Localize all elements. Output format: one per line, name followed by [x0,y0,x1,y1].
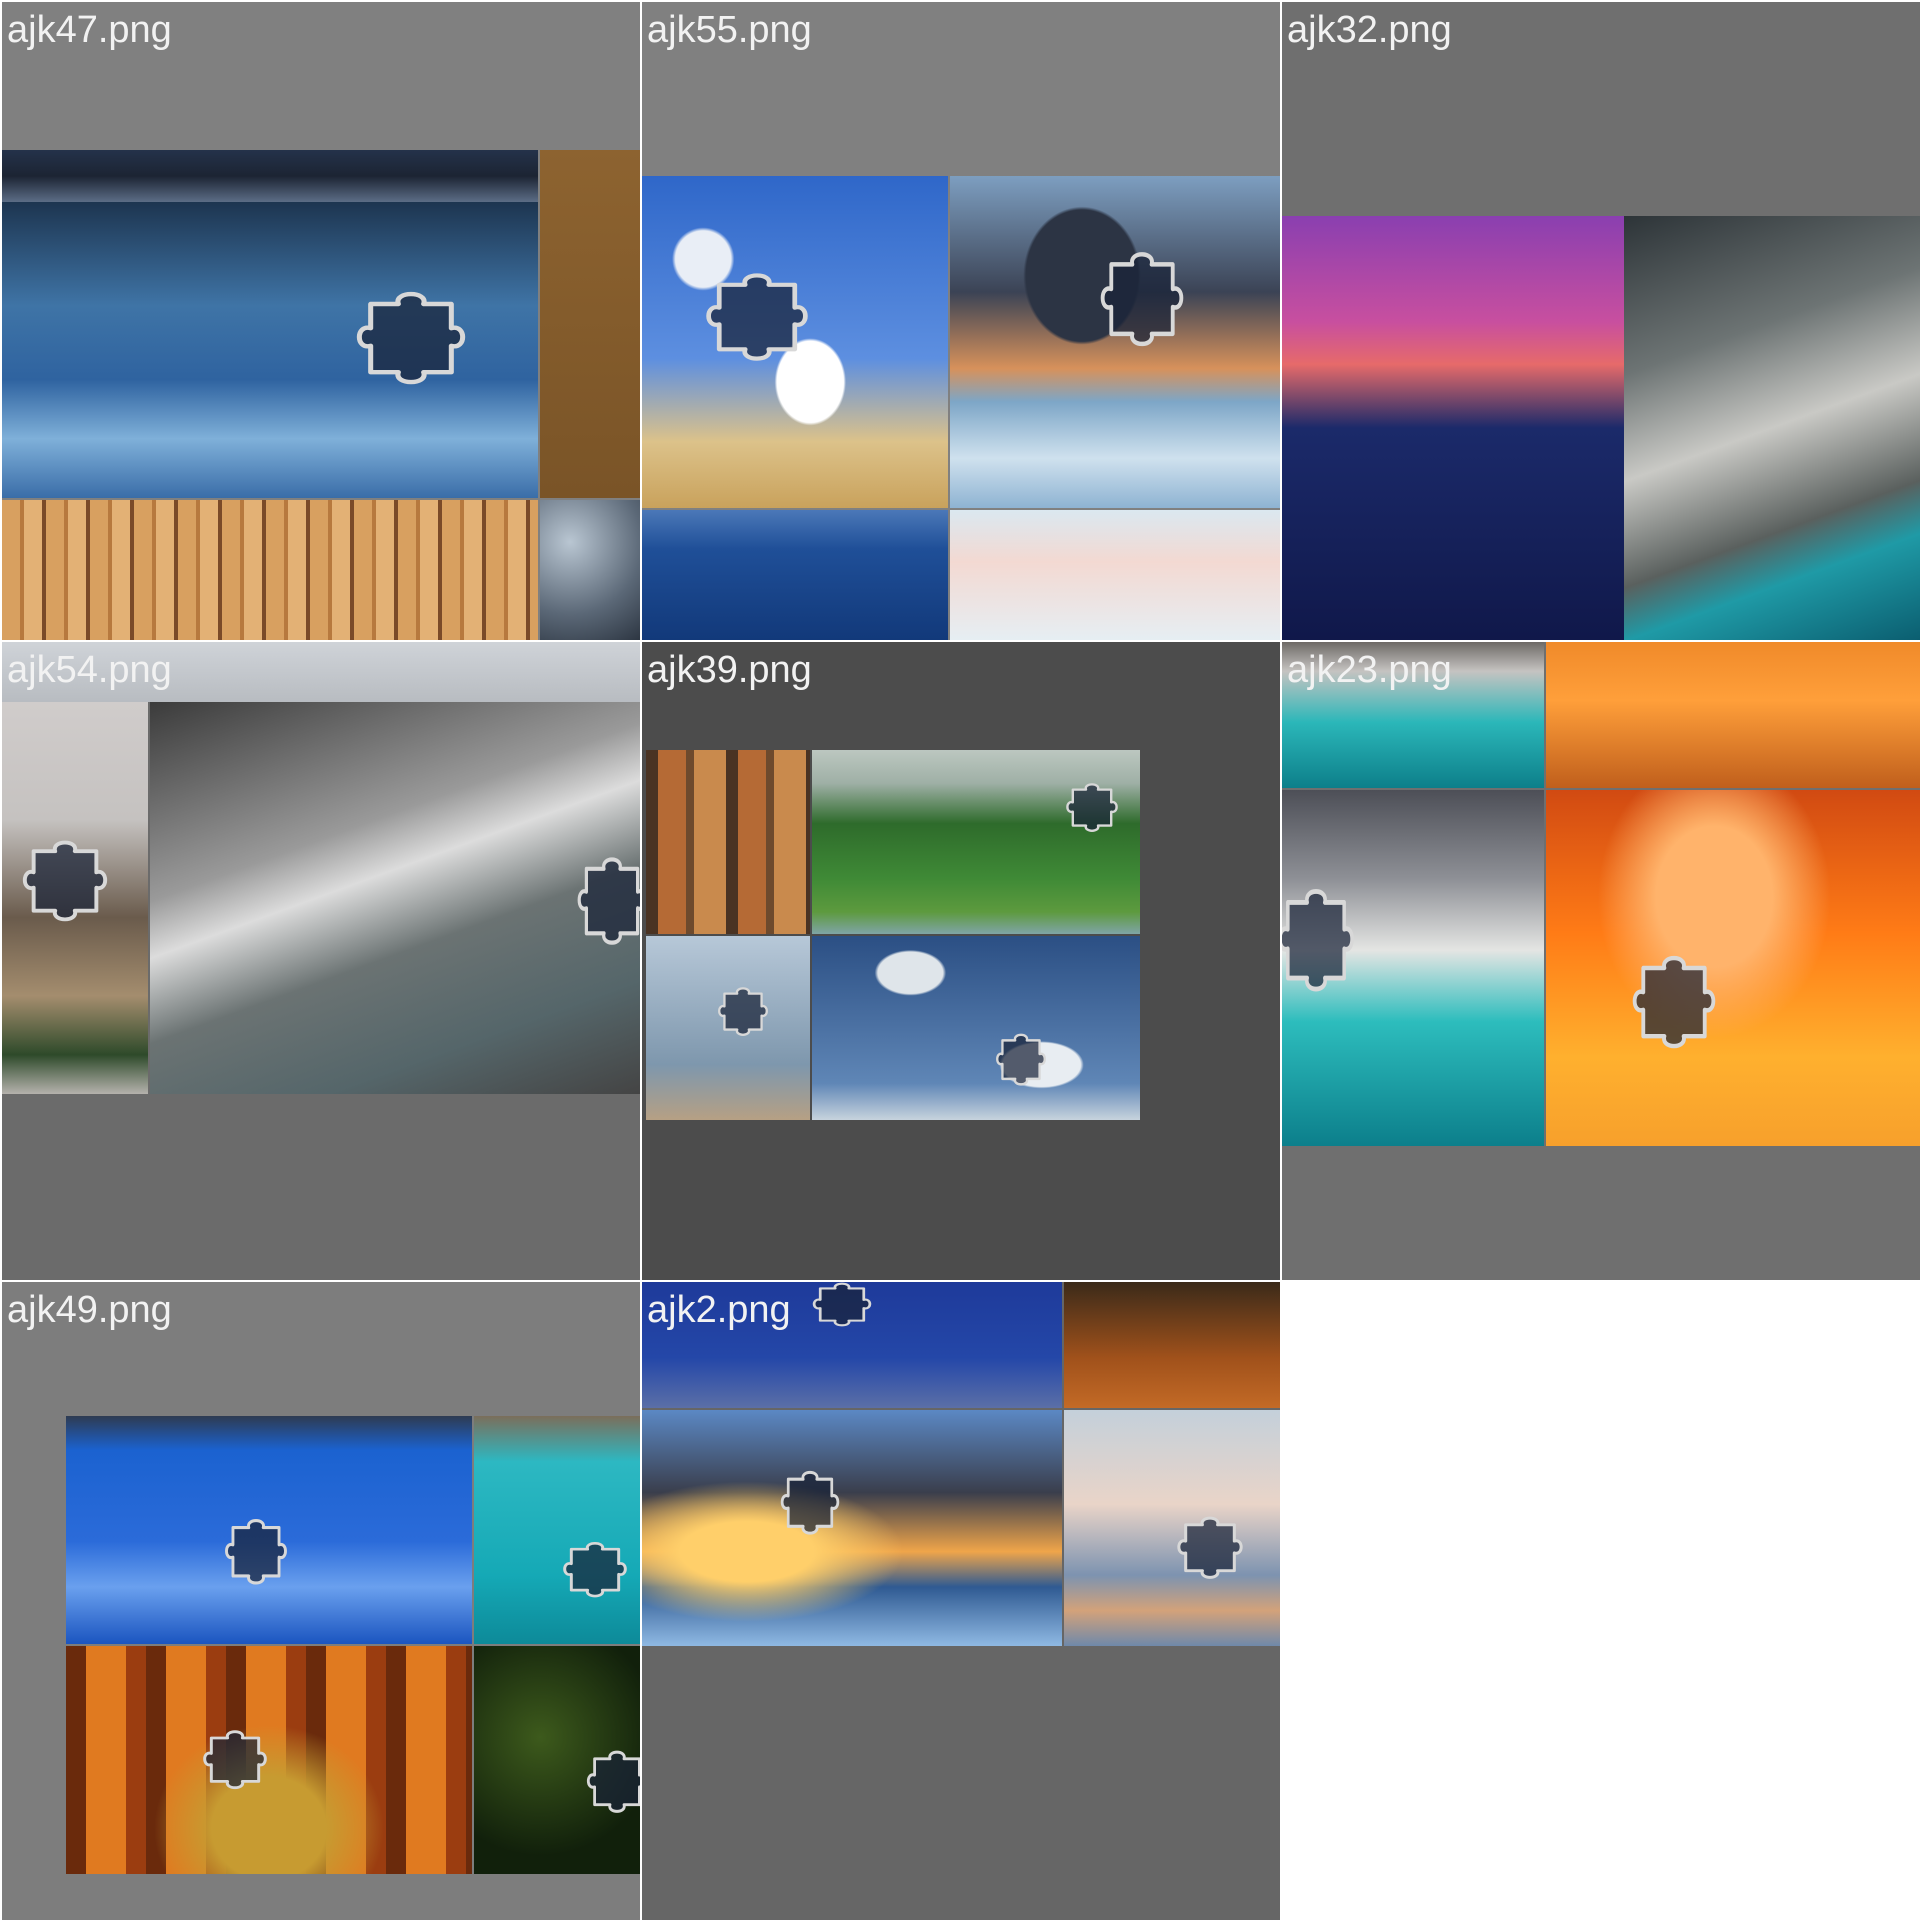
puzzle-piece-icon [714,982,772,1040]
tile-image [1546,642,1920,788]
puzzle-piece-icon [1626,946,1722,1056]
tile-image [1282,216,1624,640]
thumbnail-filename: ajk47.png [7,9,172,51]
puzzle-piece-icon [1172,1510,1248,1584]
thumbnail-cell[interactable]: ajk55.png [642,2,1280,640]
puzzle-piece-icon [16,832,114,928]
thumbnail-filename: ajk55.png [647,9,812,51]
puzzle-piece-icon [220,1512,292,1590]
tile-image [540,150,640,498]
puzzle-piece-icon [572,848,640,952]
thumbnail-cell[interactable]: ajk32.png [1282,2,1920,640]
tile-image [642,510,948,640]
puzzle-piece-icon [558,1536,632,1602]
thumbnail-cell[interactable]: ajk39.png [642,642,1280,1280]
puzzle-piece-icon [1062,778,1122,836]
tile-image [1064,1282,1280,1408]
thumbnail-filename: ajk54.png [7,649,172,691]
puzzle-piece-icon [808,1282,876,1330]
tile-image [950,510,1280,640]
thumbnail-grid: ajk47.png ajk55.png ajk32.png ajk54.png … [0,0,1920,1920]
tile-image [1624,216,1920,640]
puzzle-piece-icon [992,1028,1050,1090]
tile-image [1546,790,1920,1146]
puzzle-piece-icon [198,1724,272,1794]
tile-image [642,1410,1062,1646]
thumbnail-filename: ajk2.png [647,1289,791,1331]
tile-image [812,936,1140,1120]
tile-image [2,150,538,202]
puzzle-piece-icon [698,264,816,368]
thumbnail-filename: ajk39.png [647,649,812,691]
tile-image [474,1416,640,1644]
thumbnail-filename: ajk49.png [7,1289,172,1331]
thumbnail-cell[interactable]: ajk54.png [2,642,640,1280]
puzzle-piece-icon [348,282,474,392]
puzzle-piece-icon [1282,878,1360,1000]
tile-image [2,500,538,640]
puzzle-piece-icon [1094,242,1190,354]
thumbnail-filename: ajk32.png [1287,9,1452,51]
thumbnail-cell[interactable]: ajk49.png [2,1282,640,1920]
thumbnail-cell[interactable]: ajk47.png [2,2,640,640]
thumbnail-cell[interactable]: ajk23.png [1282,642,1920,1280]
tile-image [150,702,640,1094]
puzzle-piece-icon [582,1744,640,1818]
thumbnail-filename: ajk23.png [1287,649,1452,691]
tile-image [646,750,810,934]
thumbnail-cell[interactable]: ajk2.png [642,1282,1280,1920]
tile-image [540,500,640,640]
puzzle-piece-icon [776,1464,844,1540]
